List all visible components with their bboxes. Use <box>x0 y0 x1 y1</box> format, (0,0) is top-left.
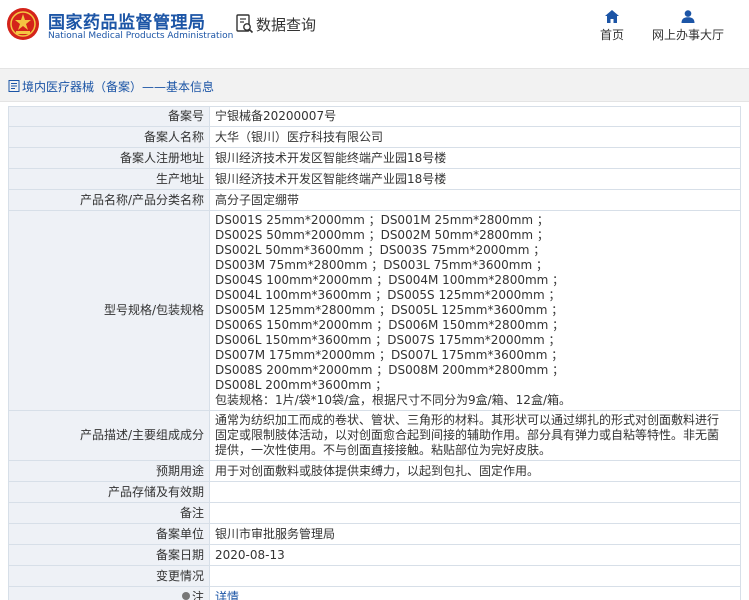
description-line: 通常为纺织加工而成的卷状、管状、三角形的材料。其形状可以通过绑扎的形式对创面敷料… <box>215 413 720 427</box>
table-row: 备案人名称 大华（银川）医疗科技有限公司 <box>8 126 741 148</box>
field-label: 备注 <box>8 502 210 524</box>
spec-line: DS002S 50mm*2000mm ；DS002M 50mm*2800mm ； <box>215 228 549 242</box>
field-value: 用于对创面敷料或肢体提供束缚力，以起到包扎、固定作用。 <box>209 460 741 482</box>
table-row: 注 详情 <box>8 586 741 600</box>
table-row: 产品描述/主要组成成分 通常为纺织加工而成的卷状、管状、三角形的材料。其形状可以… <box>8 410 741 461</box>
home-icon <box>605 10 619 23</box>
field-value <box>209 565 741 587</box>
national-emblem-icon <box>7 8 39 40</box>
spec-line: DS006L 150mm*3600mm ；DS007S 175mm*2000mm… <box>215 333 561 347</box>
database-search-icon <box>236 14 254 34</box>
spec-line: DS008L 200mm*3600mm ； <box>215 378 388 392</box>
record-detail-table: 备案号 宁银械备20200007号 备案人名称 大华（银川）医疗科技有限公司 备… <box>8 106 741 600</box>
nav-service-label: 网上办事大厅 <box>651 28 724 42</box>
table-row: 生产地址 银川经济技术开发区智能终端产业园18号楼 <box>8 168 741 190</box>
field-label: 型号规格/包装规格 <box>8 210 210 411</box>
document-icon <box>8 80 20 92</box>
org-name-cn: 国家药品监督管理局 <box>48 13 206 33</box>
table-row: 备案单位 银川市审批服务管理局 <box>8 523 741 545</box>
field-label: 备案号 <box>8 106 210 127</box>
spec-line: DS001S 25mm*2000mm ；DS001M 25mm*2800mm ； <box>215 213 549 227</box>
field-label: 注 <box>8 586 210 600</box>
spec-line: DS003M 75mm*2800mm ；DS003L 75mm*3600mm ； <box>215 258 548 272</box>
field-value: 高分子固定绷带 <box>209 189 741 211</box>
table-row: 备案人注册地址 银川经济技术开发区智能终端产业园18号楼 <box>8 147 741 169</box>
description-line: 固定或限制肢体活动，以对创面愈合起到间接的辅助作用。部分具有弹力或自粘等特性。非… <box>215 428 720 442</box>
description-line: 提供，一次性使用。不与创面直接接触。粘贴部位为完好皮肤。 <box>215 443 552 457</box>
breadcrumb: 境内医疗器械（备案）——基本信息 <box>0 68 749 102</box>
field-value: 通常为纺织加工而成的卷状、管状、三角形的材料。其形状可以通过绑扎的形式对创面敷料… <box>209 410 741 461</box>
db-title: 数据查询 <box>256 16 317 34</box>
field-value <box>209 502 741 524</box>
table-row: 产品名称/产品分类名称 高分子固定绷带 <box>8 189 741 211</box>
breadcrumb-text: 境内医疗器械（备案）——基本信息 <box>22 80 215 94</box>
nav-home[interactable]: 首页 <box>596 10 628 43</box>
field-value: DS001S 25mm*2000mm ；DS001M 25mm*2800mm ；… <box>209 210 741 411</box>
field-label: 备案人注册地址 <box>8 147 210 169</box>
field-value: 宁银械备20200007号 <box>209 106 741 127</box>
spec-line: DS004L 100mm*3600mm ；DS005S 125mm*2000mm… <box>215 288 561 302</box>
spec-line: DS006S 150mm*2000mm ；DS006M 150mm*2800mm… <box>215 318 565 332</box>
field-value: 银川经济技术开发区智能终端产业园18号楼 <box>209 147 741 169</box>
field-label: 产品存储及有效期 <box>8 481 210 503</box>
table-row: 变更情况 <box>8 565 741 587</box>
spec-line: DS002L 50mm*3600mm ；DS003S 75mm*2000mm ； <box>215 243 546 257</box>
table-row: 备注 <box>8 502 741 524</box>
table-row: 备案号 宁银械备20200007号 <box>8 106 741 127</box>
org-name-en: National Medical Products Administration <box>48 31 234 41</box>
field-label: 产品名称/产品分类名称 <box>8 189 210 211</box>
field-value: 详情 <box>209 586 741 600</box>
field-value: 2020-08-13 <box>209 544 741 566</box>
table-row: 备案日期 2020-08-13 <box>8 544 741 566</box>
pin-icon <box>181 592 190 600</box>
field-value <box>209 481 741 503</box>
note-label: 注 <box>191 589 204 600</box>
field-label: 生产地址 <box>8 168 210 190</box>
table-row: 预期用途 用于对创面敷料或肢体提供束缚力，以起到包扎、固定作用。 <box>8 460 741 482</box>
field-value: 大华（银川）医疗科技有限公司 <box>209 126 741 148</box>
field-value: 银川市审批服务管理局 <box>209 523 741 545</box>
site-header: 国家药品监督管理局 National Medical Products Admi… <box>0 0 749 58</box>
nav-online-service-hall[interactable]: 网上办事大厅 <box>648 10 728 43</box>
field-label: 产品描述/主要组成成分 <box>8 410 210 461</box>
table-row: 产品存储及有效期 <box>8 481 741 503</box>
spec-line: DS004S 100mm*2000mm ；DS004M 100mm*2800mm… <box>215 273 565 287</box>
packaging-line: 包装规格：1片/袋*10袋/盒，根据尺寸不同分为9盒/箱、12盒/箱。 <box>215 393 571 407</box>
field-label: 备案单位 <box>8 523 210 545</box>
user-icon <box>681 10 695 23</box>
table-row: 型号规格/包装规格 DS001S 25mm*2000mm ；DS001M 25m… <box>8 210 741 411</box>
field-label: 预期用途 <box>8 460 210 482</box>
field-label: 备案日期 <box>8 544 210 566</box>
spec-line: DS005M 125mm*2800mm ；DS005L 125mm*3600mm… <box>215 303 564 317</box>
nav-home-label: 首页 <box>599 28 624 42</box>
field-label: 备案人名称 <box>8 126 210 148</box>
field-label: 变更情况 <box>8 565 210 587</box>
spec-line: DS008S 200mm*2000mm ；DS008M 200mm*2800mm… <box>215 363 565 377</box>
details-link[interactable]: 详情 <box>215 590 239 600</box>
field-value: 银川经济技术开发区智能终端产业园18号楼 <box>209 168 741 190</box>
spec-line: DS007M 175mm*2000mm ；DS007L 175mm*3600mm… <box>215 348 564 362</box>
